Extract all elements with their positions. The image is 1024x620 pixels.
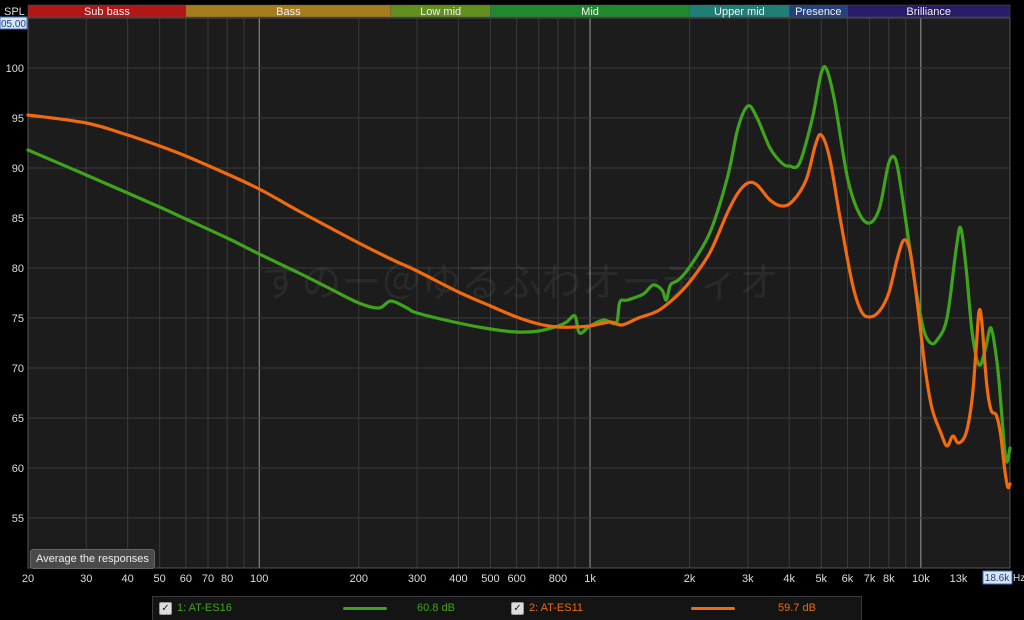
- legend-checkbox-2[interactable]: ✓: [511, 602, 524, 615]
- average-responses-button[interactable]: Average the responses: [30, 549, 155, 569]
- x-tick-label: 60: [180, 573, 192, 585]
- x-tick-label: 40: [121, 573, 133, 585]
- legend-checkbox-1[interactable]: ✓: [159, 602, 172, 615]
- x-tick-label: 4k: [783, 573, 795, 585]
- band-label: Presence: [795, 6, 841, 18]
- legend-bar: ✓ 1: AT-ES16 60.8 dB ✓ 2: AT-ES11 59.7 d…: [152, 596, 862, 620]
- y-tick-label: 75: [12, 313, 24, 325]
- y-tick-label: 90: [12, 163, 24, 175]
- y-tick-label: 95: [12, 113, 24, 125]
- band-label: Low mid: [420, 6, 461, 18]
- band-label: Mid: [581, 6, 599, 18]
- y-tick-label: 55: [12, 513, 24, 525]
- x-tick-label: 70: [202, 573, 214, 585]
- x-tick-label: 600: [507, 573, 525, 585]
- y-tick-label: 70: [12, 363, 24, 375]
- x-tick-label: 80: [221, 573, 233, 585]
- x-unit-label: Hz: [1013, 573, 1024, 584]
- x-right-readout[interactable]: 18.6k: [985, 573, 1010, 584]
- band-label: Bass: [276, 6, 301, 18]
- legend-label-1: 1: AT-ES16: [177, 602, 232, 614]
- x-tick-label: 800: [549, 573, 567, 585]
- legend-item-2[interactable]: ✓ 2: AT-ES11 59.7 dB: [507, 597, 857, 620]
- legend-swatch-1: [343, 607, 387, 610]
- x-tick-label: 300: [408, 573, 426, 585]
- x-tick-label: 30: [80, 573, 92, 585]
- y-tick-label: 100: [6, 63, 24, 75]
- x-tick-label: 8k: [883, 573, 895, 585]
- x-tick-label: 500: [481, 573, 499, 585]
- band-label: Upper mid: [714, 6, 765, 18]
- legend-value-2: 59.7 dB: [778, 602, 816, 614]
- band-label: Brilliance: [906, 6, 951, 18]
- x-tick-label: 3k: [742, 573, 754, 585]
- x-tick-label: 13k: [950, 573, 968, 585]
- frequency-response-chart: Sub bass Bass Low mid Mid Upper mid Presence B…: [0, 0, 1024, 619]
- x-tick-label: 7k: [864, 573, 876, 585]
- x-tick-label: 400: [449, 573, 467, 585]
- x-tick-label: 5k: [815, 573, 827, 585]
- x-tick-label: 1k: [584, 573, 596, 585]
- band-label: Sub bass: [84, 6, 130, 18]
- legend-swatch-2: [691, 607, 735, 610]
- x-tick-label: 6k: [842, 573, 854, 585]
- y-tick-label: 85: [12, 213, 24, 225]
- y-tick-label: 80: [12, 263, 24, 275]
- x-tick-label: 100: [250, 573, 268, 585]
- y-top-readout[interactable]: 105.00: [0, 19, 26, 30]
- frequency-bands: Sub bass Bass Low mid Mid Upper mid Presence B…: [27, 4, 1011, 18]
- legend-item-1[interactable]: ✓ 1: AT-ES16 60.8 dB: [153, 597, 503, 620]
- x-tick-label: 200: [350, 573, 368, 585]
- legend-value-1: 60.8 dB: [417, 602, 455, 614]
- x-tick-label: 2k: [684, 573, 696, 585]
- y-unit-label: SPL: [4, 6, 25, 18]
- x-tick-label: 20: [22, 573, 34, 585]
- y-tick-label: 65: [12, 413, 24, 425]
- y-tick-label: 60: [12, 463, 24, 475]
- legend-label-2: 2: AT-ES11: [529, 602, 584, 614]
- x-tick-label: 10k: [912, 573, 930, 585]
- x-tick-label: 50: [154, 573, 166, 585]
